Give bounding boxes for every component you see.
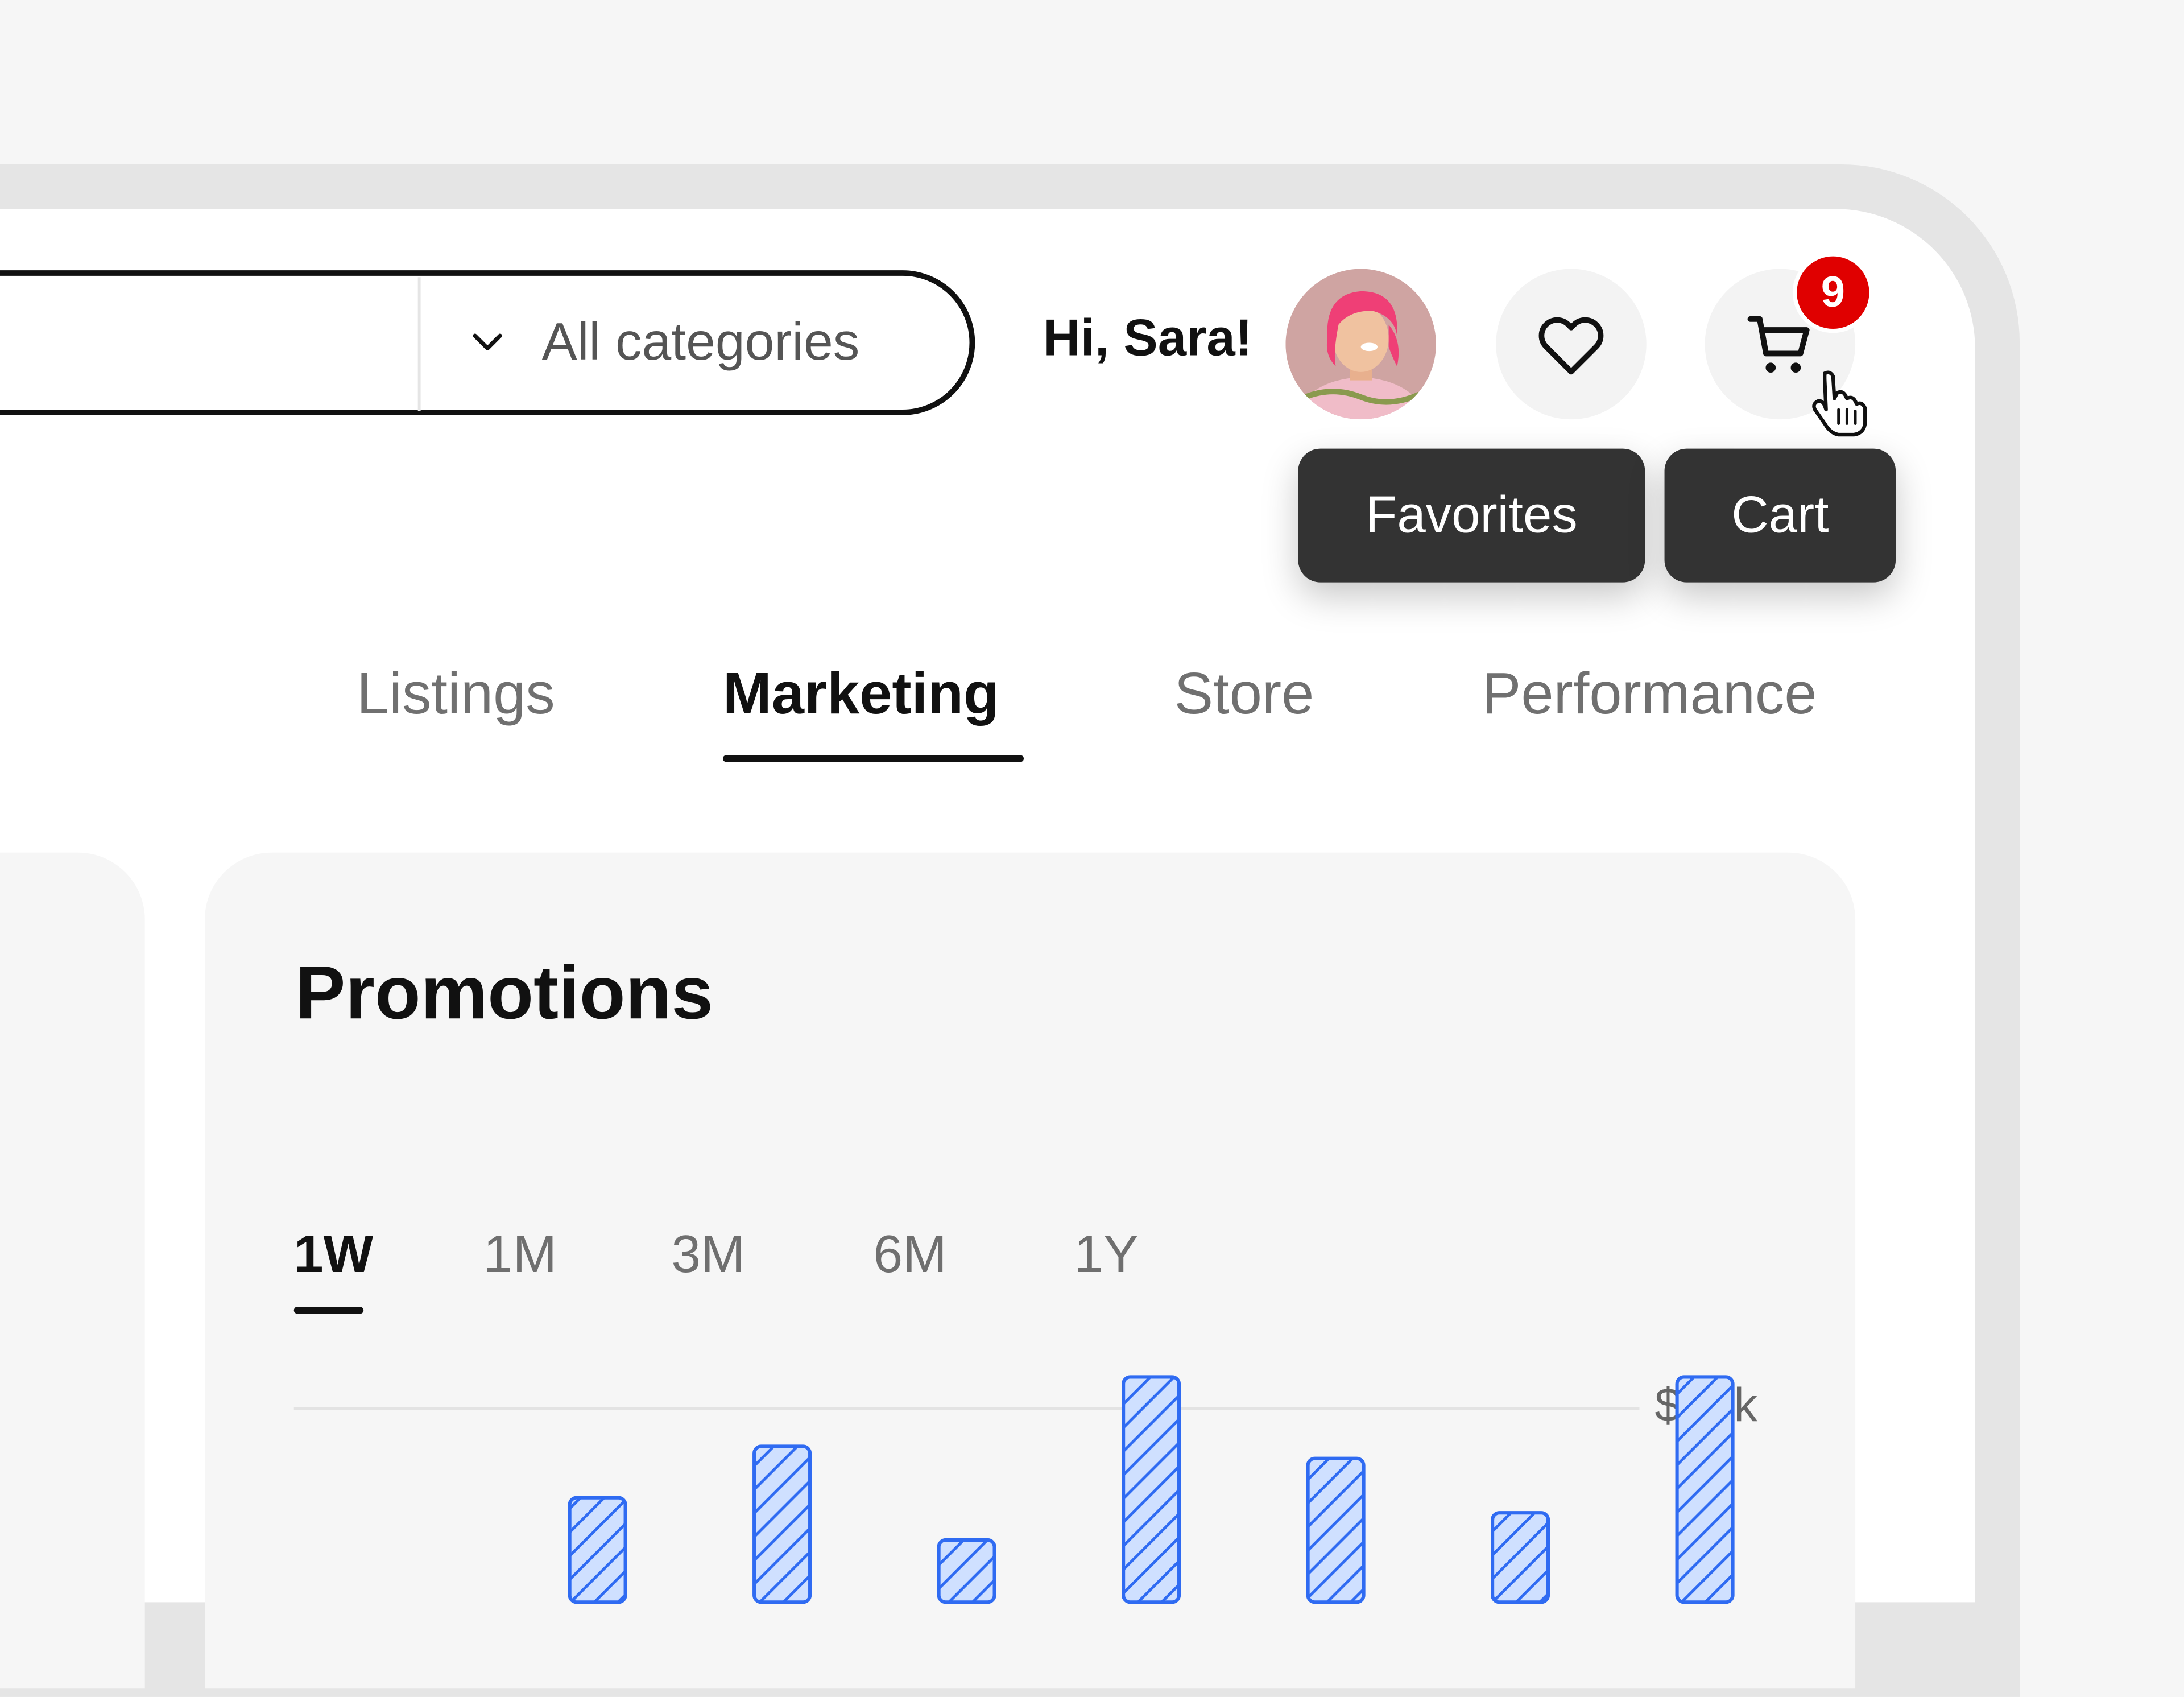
tab-store[interactable]: Store — [1174, 660, 1314, 728]
tab-performance[interactable]: Performance — [1482, 660, 1817, 728]
range-tab-1w[interactable]: 1W — [294, 1226, 374, 1286]
chart-bar[interactable] — [1122, 1375, 1181, 1604]
heart-icon — [1538, 317, 1604, 375]
chevron-down-icon — [473, 333, 502, 350]
range-tab-1m[interactable]: 1M — [483, 1226, 557, 1286]
promotions-title: Promotions — [295, 951, 713, 1035]
cart-count-badge: 9 — [1792, 252, 1873, 333]
app-stage: All categories Hi, Sara! 9 Favorites Car… — [0, 0, 2184, 1697]
chart-bar[interactable] — [1491, 1511, 1550, 1604]
chart-bar[interactable] — [937, 1538, 996, 1604]
range-tab-1y[interactable]: 1Y — [1074, 1226, 1139, 1286]
avatar-photo — [1285, 269, 1436, 420]
favorites-button[interactable] — [1496, 269, 1647, 420]
category-dropdown[interactable]: All categories — [466, 298, 859, 387]
greeting: Hi, Sara! — [1043, 309, 1252, 367]
active-tab-indicator — [723, 755, 1024, 762]
search-divider — [417, 277, 421, 411]
chart-bar[interactable] — [752, 1444, 812, 1604]
left-card — [0, 852, 145, 1689]
category-label: All categories — [541, 312, 860, 371]
promotions-bar-chart — [568, 1375, 1735, 1604]
cart-tooltip: Cart — [1664, 448, 1896, 583]
tab-listings[interactable]: Listings — [357, 660, 555, 728]
range-tab-6m[interactable]: 6M — [874, 1226, 947, 1286]
favorites-tooltip: Favorites — [1298, 448, 1645, 583]
range-tab-3m[interactable]: 3M — [671, 1226, 744, 1286]
avatar[interactable] — [1285, 269, 1436, 420]
tab-marketing[interactable]: Marketing — [723, 660, 999, 728]
chart-bar[interactable] — [568, 1496, 627, 1604]
chart-bar[interactable] — [1675, 1375, 1735, 1604]
chart-bar[interactable] — [1306, 1456, 1366, 1604]
